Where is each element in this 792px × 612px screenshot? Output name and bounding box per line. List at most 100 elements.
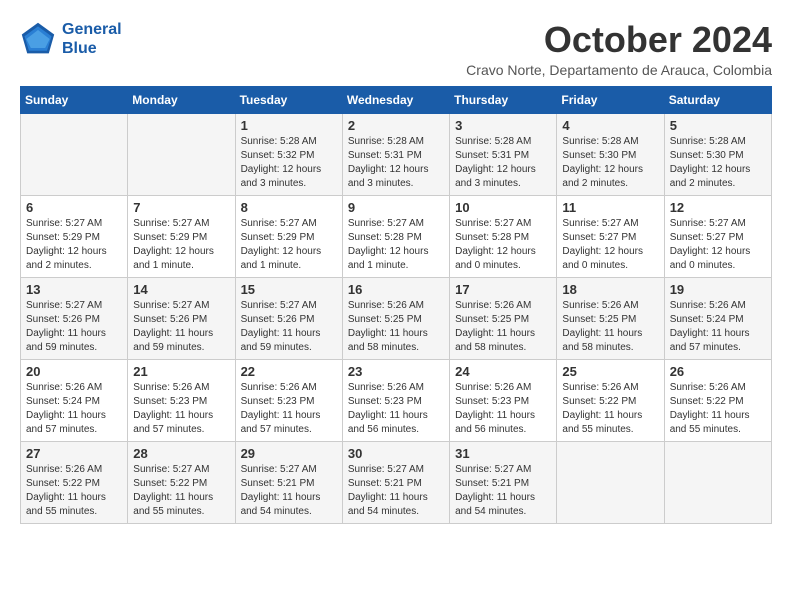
weekday-header-tuesday: Tuesday <box>235 86 342 113</box>
day-number: 10 <box>455 200 551 215</box>
calendar-cell: 13 Sunrise: 5:27 AM Sunset: 5:26 PM Dayli… <box>21 277 128 359</box>
day-number: 15 <box>241 282 337 297</box>
day-info: Sunrise: 5:26 AM Sunset: 5:25 PM Dayligh… <box>348 299 444 355</box>
day-info: Sunrise: 5:26 AM Sunset: 5:22 PM Dayligh… <box>26 463 122 519</box>
day-info: Sunrise: 5:27 AM Sunset: 5:29 PM Dayligh… <box>133 217 229 273</box>
day-number: 28 <box>133 446 229 461</box>
day-info: Sunrise: 5:26 AM Sunset: 5:24 PM Dayligh… <box>26 381 122 437</box>
logo-text: General Blue <box>62 20 122 58</box>
day-info: Sunrise: 5:27 AM Sunset: 5:29 PM Dayligh… <box>26 217 122 273</box>
calendar-cell: 26Sunrise: 5:26 AM Sunset: 5:22 PM Dayli… <box>664 359 771 441</box>
day-number: 24 <box>455 364 551 379</box>
day-info: Sunrise: 5:27 AM Sunset: 5:22 PM Dayligh… <box>133 463 229 519</box>
day-number: 27 <box>26 446 122 461</box>
logo: General Blue <box>20 20 122 58</box>
calendar-cell: 27 Sunrise: 5:26 AM Sunset: 5:22 PM Dayli… <box>21 441 128 523</box>
calendar-cell: 15Sunrise: 5:27 AM Sunset: 5:26 PM Dayli… <box>235 277 342 359</box>
calendar-cell: 4 Sunrise: 5:28 AM Sunset: 5:30 PM Daylig… <box>557 113 664 195</box>
logo-icon <box>20 21 56 57</box>
calendar-cell: 22Sunrise: 5:26 AM Sunset: 5:23 PM Dayli… <box>235 359 342 441</box>
calendar-cell: 12 Sunrise: 5:27 AM Sunset: 5:27 PM Dayli… <box>664 195 771 277</box>
day-info: Sunrise: 5:26 AM Sunset: 5:23 PM Dayligh… <box>133 381 229 437</box>
calendar-table: SundayMondayTuesdayWednesdayThursdayFrid… <box>20 86 772 524</box>
day-number: 6 <box>26 200 122 215</box>
title-section: October 2024 Cravo Norte, Departamento d… <box>466 20 772 78</box>
calendar-cell: 3Sunrise: 5:28 AM Sunset: 5:31 PM Daylig… <box>450 113 557 195</box>
day-number: 2 <box>348 118 444 133</box>
day-number: 31 <box>455 446 551 461</box>
weekday-header-sunday: Sunday <box>21 86 128 113</box>
calendar-cell: 5 Sunrise: 5:28 AM Sunset: 5:30 PM Daylig… <box>664 113 771 195</box>
day-info: Sunrise: 5:28 AM Sunset: 5:30 PM Dayligh… <box>562 135 658 191</box>
day-number: 20 <box>26 364 122 379</box>
calendar-cell: 29Sunrise: 5:27 AM Sunset: 5:21 PM Dayli… <box>235 441 342 523</box>
day-number: 7 <box>133 200 229 215</box>
day-info: Sunrise: 5:27 AM Sunset: 5:29 PM Dayligh… <box>241 217 337 273</box>
weekday-header-saturday: Saturday <box>664 86 771 113</box>
day-number: 4 <box>562 118 658 133</box>
weekday-header-thursday: Thursday <box>450 86 557 113</box>
month-title: October 2024 <box>466 20 772 60</box>
calendar-cell: 8 Sunrise: 5:27 AM Sunset: 5:29 PM Daylig… <box>235 195 342 277</box>
calendar-cell: 10 Sunrise: 5:27 AM Sunset: 5:28 PM Dayli… <box>450 195 557 277</box>
weekday-header-wednesday: Wednesday <box>342 86 449 113</box>
day-number: 12 <box>670 200 766 215</box>
calendar-cell: 1Sunrise: 5:28 AM Sunset: 5:32 PM Daylig… <box>235 113 342 195</box>
day-info: Sunrise: 5:27 AM Sunset: 5:21 PM Dayligh… <box>348 463 444 519</box>
day-number: 9 <box>348 200 444 215</box>
calendar-week-5: 27 Sunrise: 5:26 AM Sunset: 5:22 PM Dayli… <box>21 441 772 523</box>
day-number: 26 <box>670 364 766 379</box>
logo-blue: Blue <box>62 40 97 57</box>
calendar-cell: 7 Sunrise: 5:27 AM Sunset: 5:29 PM Daylig… <box>128 195 235 277</box>
calendar-cell: 21 Sunrise: 5:26 AM Sunset: 5:23 PM Dayli… <box>128 359 235 441</box>
calendar-cell: 19Sunrise: 5:26 AM Sunset: 5:24 PM Dayli… <box>664 277 771 359</box>
calendar-cell <box>128 113 235 195</box>
day-info: Sunrise: 5:26 AM Sunset: 5:23 PM Dayligh… <box>348 381 444 437</box>
calendar-cell: 30Sunrise: 5:27 AM Sunset: 5:21 PM Dayli… <box>342 441 449 523</box>
day-info: Sunrise: 5:28 AM Sunset: 5:30 PM Dayligh… <box>670 135 766 191</box>
day-number: 13 <box>26 282 122 297</box>
calendar-week-4: 20 Sunrise: 5:26 AM Sunset: 5:24 PM Dayli… <box>21 359 772 441</box>
calendar-cell: 18Sunrise: 5:26 AM Sunset: 5:25 PM Dayli… <box>557 277 664 359</box>
calendar-cell: 16Sunrise: 5:26 AM Sunset: 5:25 PM Dayli… <box>342 277 449 359</box>
day-info: Sunrise: 5:27 AM Sunset: 5:27 PM Dayligh… <box>670 217 766 273</box>
day-number: 23 <box>348 364 444 379</box>
day-info: Sunrise: 5:28 AM Sunset: 5:32 PM Dayligh… <box>241 135 337 191</box>
day-number: 3 <box>455 118 551 133</box>
calendar-cell: 2 Sunrise: 5:28 AM Sunset: 5:31 PM Daylig… <box>342 113 449 195</box>
calendar-cell: 9 Sunrise: 5:27 AM Sunset: 5:28 PM Daylig… <box>342 195 449 277</box>
day-number: 21 <box>133 364 229 379</box>
day-info: Sunrise: 5:27 AM Sunset: 5:21 PM Dayligh… <box>241 463 337 519</box>
day-info: Sunrise: 5:26 AM Sunset: 5:23 PM Dayligh… <box>455 381 551 437</box>
calendar-cell <box>21 113 128 195</box>
day-info: Sunrise: 5:26 AM Sunset: 5:23 PM Dayligh… <box>241 381 337 437</box>
day-info: Sunrise: 5:28 AM Sunset: 5:31 PM Dayligh… <box>348 135 444 191</box>
day-number: 5 <box>670 118 766 133</box>
day-number: 17 <box>455 282 551 297</box>
day-number: 14 <box>133 282 229 297</box>
logo-general: General <box>62 21 122 38</box>
day-info: Sunrise: 5:27 AM Sunset: 5:26 PM Dayligh… <box>133 299 229 355</box>
weekday-header-friday: Friday <box>557 86 664 113</box>
calendar-cell: 25Sunrise: 5:26 AM Sunset: 5:22 PM Dayli… <box>557 359 664 441</box>
calendar-week-3: 13 Sunrise: 5:27 AM Sunset: 5:26 PM Dayli… <box>21 277 772 359</box>
day-info: Sunrise: 5:27 AM Sunset: 5:28 PM Dayligh… <box>455 217 551 273</box>
calendar-cell <box>664 441 771 523</box>
calendar-cell: 14 Sunrise: 5:27 AM Sunset: 5:26 PM Dayli… <box>128 277 235 359</box>
calendar-cell: 28 Sunrise: 5:27 AM Sunset: 5:22 PM Dayli… <box>128 441 235 523</box>
weekday-header-monday: Monday <box>128 86 235 113</box>
weekday-header-row: SundayMondayTuesdayWednesdayThursdayFrid… <box>21 86 772 113</box>
calendar-cell: 20 Sunrise: 5:26 AM Sunset: 5:24 PM Dayli… <box>21 359 128 441</box>
calendar-cell: 11 Sunrise: 5:27 AM Sunset: 5:27 PM Dayli… <box>557 195 664 277</box>
calendar-cell: 23 Sunrise: 5:26 AM Sunset: 5:23 PM Dayli… <box>342 359 449 441</box>
day-info: Sunrise: 5:27 AM Sunset: 5:28 PM Dayligh… <box>348 217 444 273</box>
day-info: Sunrise: 5:27 AM Sunset: 5:21 PM Dayligh… <box>455 463 551 519</box>
calendar-week-1: 1Sunrise: 5:28 AM Sunset: 5:32 PM Daylig… <box>21 113 772 195</box>
day-number: 11 <box>562 200 658 215</box>
day-number: 8 <box>241 200 337 215</box>
day-info: Sunrise: 5:27 AM Sunset: 5:26 PM Dayligh… <box>26 299 122 355</box>
day-number: 19 <box>670 282 766 297</box>
day-info: Sunrise: 5:26 AM Sunset: 5:25 PM Dayligh… <box>455 299 551 355</box>
calendar-cell <box>557 441 664 523</box>
day-info: Sunrise: 5:27 AM Sunset: 5:27 PM Dayligh… <box>562 217 658 273</box>
